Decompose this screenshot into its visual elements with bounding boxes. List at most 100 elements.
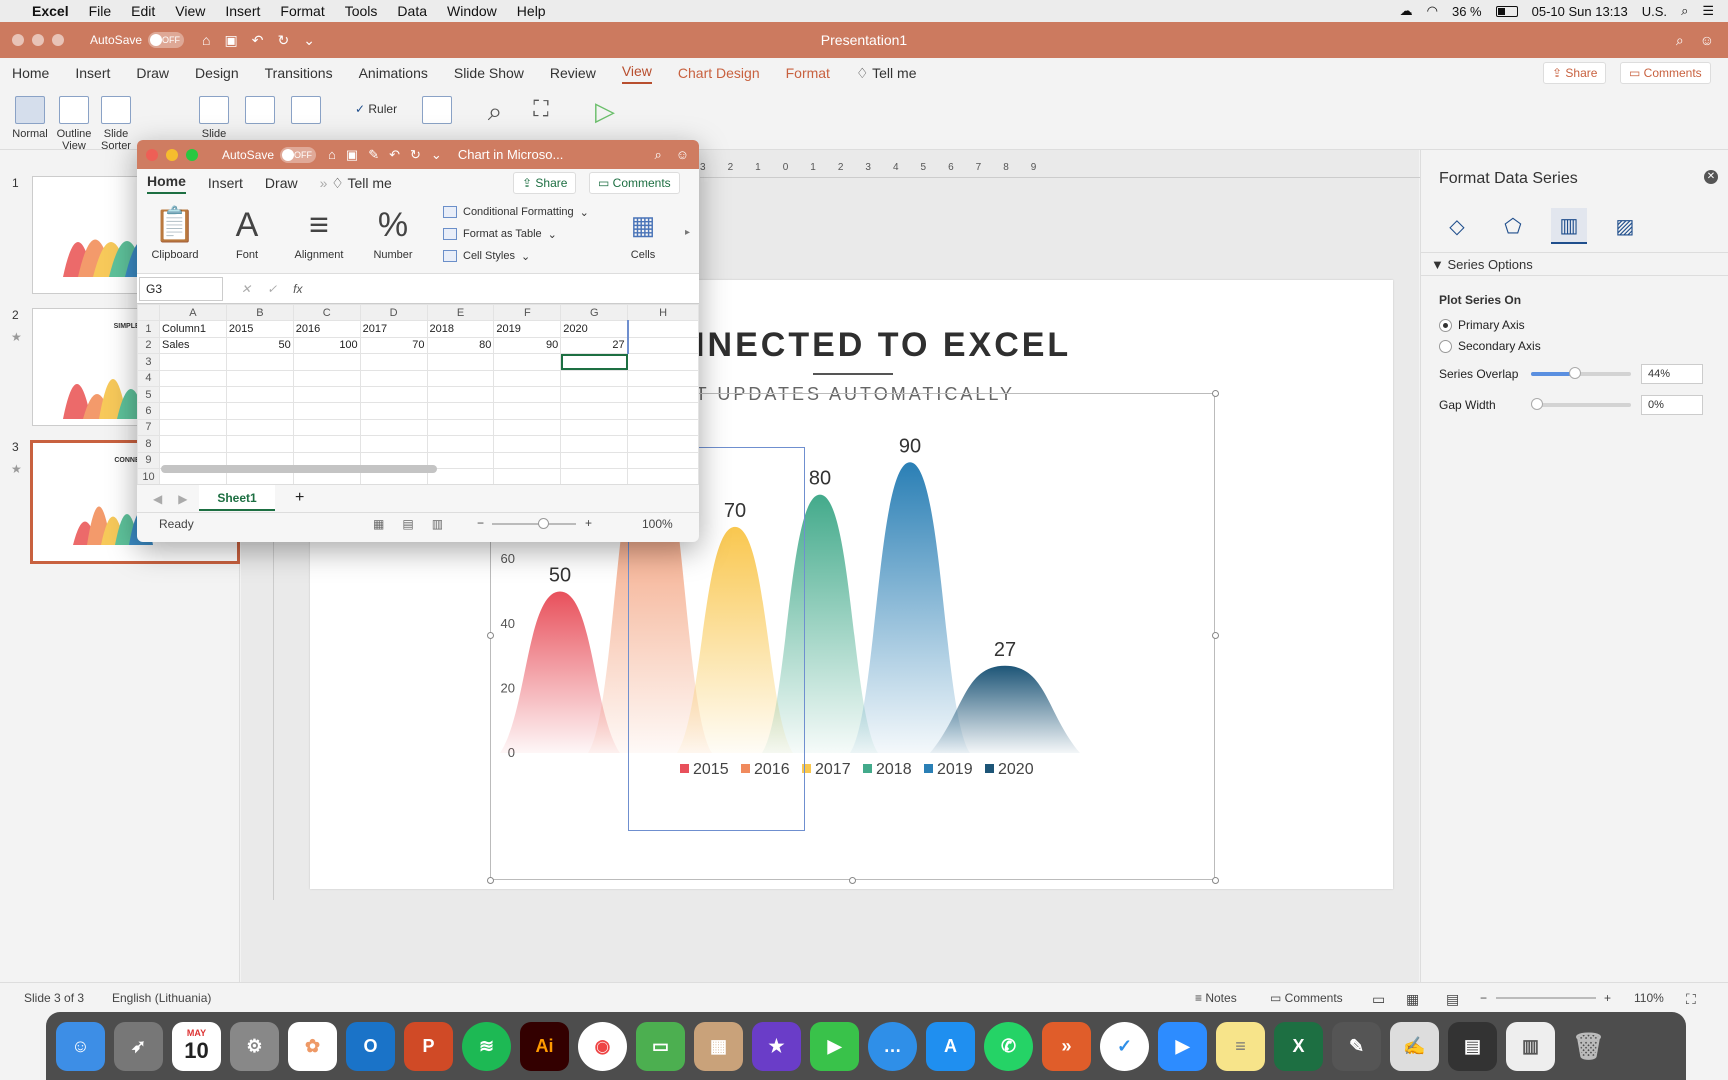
system-preferences-gear-icon[interactable]: ⚙ <box>230 1021 279 1071</box>
tab-transitions[interactable]: Transitions <box>265 65 333 81</box>
tab-draw[interactable]: Draw <box>136 65 169 81</box>
ribbon-scroll-right-icon[interactable]: ▸ <box>685 227 690 238</box>
camtasia-icon[interactable]: ▭ <box>636 1021 685 1071</box>
alignment-group[interactable]: ≡ Alignment <box>287 203 351 261</box>
legend-swatch[interactable] <box>924 764 933 773</box>
slide-sorter-button[interactable]: Slide Sorter <box>100 96 132 149</box>
slide-master-button[interactable]: Slide <box>198 96 230 140</box>
column-header[interactable]: E <box>426 304 495 322</box>
cell[interactable]: 2020 <box>560 320 629 338</box>
feedback-smiley-icon[interactable]: ☺ <box>676 147 689 163</box>
primary-axis-radio[interactable] <box>1439 318 1452 332</box>
cell[interactable] <box>493 435 562 453</box>
feedback-smiley-icon[interactable]: ☺ <box>1700 32 1714 49</box>
row-header[interactable]: 10 <box>137 467 160 484</box>
row-header[interactable]: 1 <box>137 320 160 338</box>
legend-entry[interactable]: 2018 <box>876 761 912 778</box>
cell[interactable] <box>560 353 629 371</box>
menu-help[interactable]: Help <box>517 3 546 19</box>
notes-button[interactable] <box>420 96 454 128</box>
row-header[interactable]: 3 <box>137 353 160 371</box>
cells-group[interactable]: ▦ Cells <box>619 203 667 261</box>
cell[interactable] <box>426 435 495 453</box>
fit-to-window-button[interactable]: ⛶ <box>524 96 558 122</box>
cell[interactable]: 2019 <box>493 320 562 338</box>
cell[interactable]: Column1 <box>158 320 227 338</box>
excel-tab-home[interactable]: Home <box>147 173 186 194</box>
next-sheet-icon[interactable]: ▶ <box>178 492 187 506</box>
cell[interactable]: 50 <box>225 336 294 355</box>
horizontal-scrollbar[interactable] <box>161 465 437 473</box>
cell[interactable] <box>627 320 699 338</box>
cell[interactable] <box>627 435 699 453</box>
data-label[interactable]: 50 <box>549 565 571 587</box>
cell[interactable]: 70 <box>359 336 428 355</box>
cell[interactable] <box>560 402 629 420</box>
clipboard-group[interactable]: 📋 Clipboard <box>145 203 205 261</box>
imovie-star-icon[interactable]: ★ <box>752 1021 801 1071</box>
input-source[interactable]: U.S. <box>1642 4 1667 19</box>
notes-master-button[interactable] <box>290 96 322 128</box>
chrome-icon[interactable]: ◉ <box>578 1021 627 1071</box>
finder-icon[interactable]: ☺ <box>56 1021 105 1071</box>
page-break-icon[interactable]: ▥ <box>432 517 443 531</box>
excel-icon[interactable]: X <box>1274 1021 1323 1071</box>
zoom-slider[interactable] <box>492 518 576 529</box>
cell[interactable] <box>426 451 495 469</box>
name-box[interactable]: G3 <box>139 276 223 301</box>
menu-window[interactable]: Window <box>447 3 497 19</box>
secondary-axis-radio[interactable] <box>1439 339 1452 353</box>
cell-styles-button[interactable]: Cell Styles ⌄ <box>443 245 589 267</box>
cell[interactable] <box>158 418 227 437</box>
screenshot-thumbnail-icon[interactable]: ▤ <box>1448 1021 1497 1071</box>
column-header[interactable]: B <box>225 304 294 322</box>
row-header[interactable]: 6 <box>137 402 160 420</box>
normal-view-icon[interactable]: ▭ <box>1372 991 1385 1008</box>
cell[interactable] <box>225 369 294 387</box>
chart-thumbnail-icon[interactable]: ▥ <box>1506 1021 1555 1071</box>
launchpad-rocket-icon[interactable]: ➶ <box>114 1021 163 1071</box>
edit-icon[interactable]: ✎ <box>368 147 379 163</box>
gap-width-slider[interactable] <box>1531 398 1631 410</box>
zoom-video-icon[interactable]: ▶ <box>1158 1021 1207 1071</box>
cell[interactable] <box>426 418 495 437</box>
cell[interactable] <box>158 353 227 371</box>
cell[interactable] <box>359 435 428 453</box>
primary-axis-option[interactable]: Primary Axis <box>1439 318 1525 332</box>
zoom-level[interactable]: 110% <box>1634 991 1664 1005</box>
search-icon[interactable]: ⌕ <box>1681 3 1688 19</box>
menu-view[interactable]: View <box>175 3 205 19</box>
cell[interactable] <box>158 369 227 387</box>
minimize-button[interactable] <box>32 34 44 46</box>
language[interactable]: English (Lithuania) <box>112 991 211 1005</box>
cell[interactable]: 100 <box>292 336 361 355</box>
share-button[interactable]: ⇪ Share <box>1543 62 1607 84</box>
cell[interactable] <box>560 418 629 437</box>
notes-toggle[interactable]: ≡ Notes <box>1195 991 1237 1005</box>
whatsapp-icon[interactable]: ✆ <box>984 1021 1033 1071</box>
cell[interactable] <box>359 402 428 420</box>
cell[interactable]: 2015 <box>225 320 294 338</box>
menu-app-name[interactable]: Excel <box>32 3 69 19</box>
fill-line-icon[interactable]: ◇ <box>1439 208 1475 244</box>
search-icon[interactable]: ⌕ <box>654 147 661 163</box>
excel-autosave-toggle[interactable]: OFF <box>280 146 317 163</box>
cell[interactable] <box>493 369 562 387</box>
legend-swatch[interactable] <box>863 764 872 773</box>
fx-label[interactable]: fx <box>293 282 302 296</box>
cell[interactable] <box>627 336 699 355</box>
tasks-check-icon[interactable]: ✓ <box>1100 1021 1149 1071</box>
textedit-icon[interactable]: ✍ <box>1390 1021 1439 1071</box>
undo-icon[interactable]: ↶ <box>252 32 264 49</box>
cell[interactable] <box>627 402 699 420</box>
customize-icon[interactable]: ⌄ <box>303 32 315 49</box>
tell-me[interactable]: ♢ Tell me <box>856 65 917 82</box>
excel-zoom-level[interactable]: 100% <box>642 517 673 531</box>
column-header[interactable]: H <box>627 304 699 322</box>
app-store-icon[interactable]: A <box>926 1021 975 1071</box>
zoom-button[interactable]: ⌕ <box>478 96 512 128</box>
row-header[interactable]: 8 <box>137 435 160 453</box>
zoom-slider[interactable] <box>1496 997 1596 999</box>
picture-icon[interactable]: ▨ <box>1607 208 1643 244</box>
slide-title[interactable]: NNECTED TO EXCEL <box>680 326 1071 365</box>
